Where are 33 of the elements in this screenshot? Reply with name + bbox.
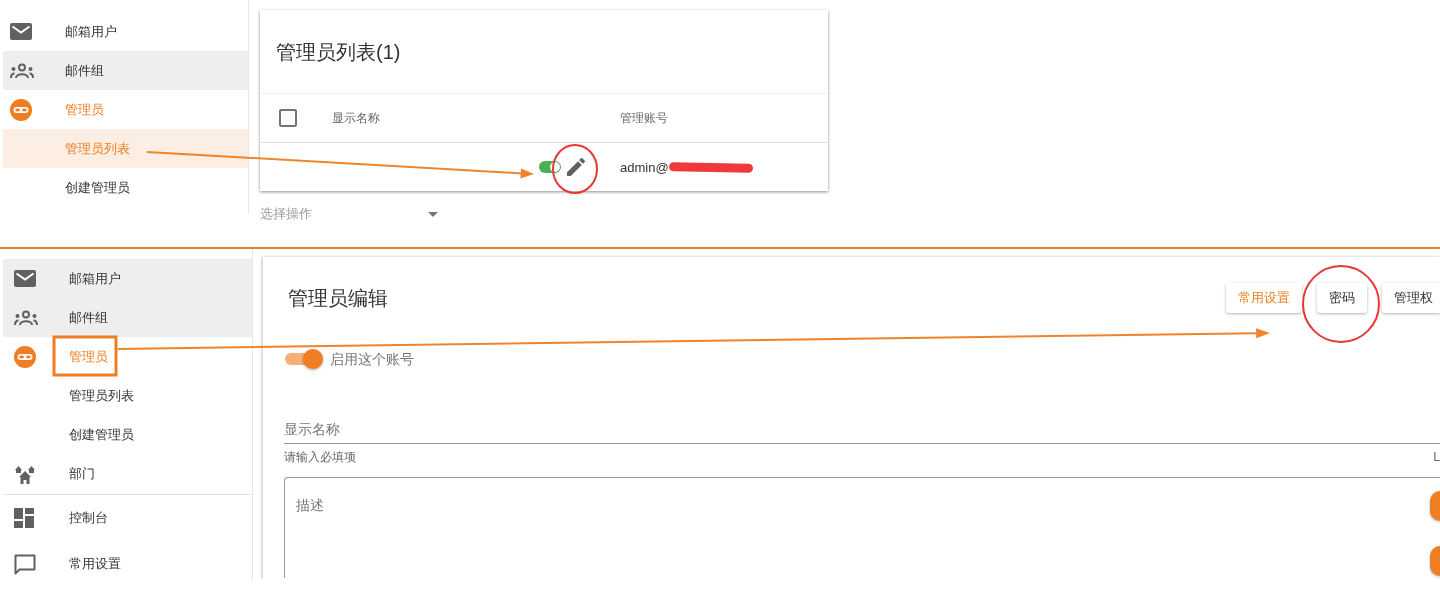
caret-icon [428, 211, 438, 217]
toggle-switch[interactable] [539, 161, 561, 173]
floating-action-button[interactable] [1430, 546, 1440, 576]
speech-bubble-icon [14, 553, 36, 575]
mask-icon [14, 345, 36, 368]
annotation-circle [552, 144, 598, 194]
houses-icon [14, 463, 36, 484]
envelope-icon [10, 23, 32, 40]
envelope-icon [14, 270, 36, 287]
sidebar-item[interactable]: 邮件组 [3, 298, 252, 337]
checkbox[interactable] [279, 109, 297, 127]
tab-button[interactable]: 管理权 [1382, 283, 1440, 313]
people-icon [14, 309, 38, 326]
page-title: 管理员编辑 [288, 286, 388, 311]
sidebar-item[interactable]: 邮箱用户 [3, 259, 252, 298]
pencil-icon[interactable] [567, 158, 585, 176]
helper-text: 请输入必填项 [284, 450, 356, 464]
column-header: 显示名称 [332, 109, 380, 127]
textarea-field[interactable]: 描述 [284, 477, 1440, 578]
dashboard-icon [14, 508, 34, 528]
sidebar-item[interactable]: 邮件组 [3, 51, 248, 90]
switch-label: 启用这个账号 [330, 351, 414, 367]
input-field[interactable]: 显示名称 [284, 414, 1440, 444]
annotation-rectangle [52, 335, 118, 377]
trailing-text: L [1433, 450, 1440, 464]
column-header: 管理账号 [620, 109, 668, 127]
tab-button[interactable]: 密码 [1317, 283, 1367, 313]
people-icon [10, 62, 34, 79]
table-cell: admin@ [620, 159, 669, 175]
floating-action-button[interactable] [1430, 491, 1440, 521]
toggle-switch[interactable] [285, 349, 323, 369]
mask-icon [10, 98, 32, 121]
page-title: 管理员列表(1) [275, 40, 402, 65]
